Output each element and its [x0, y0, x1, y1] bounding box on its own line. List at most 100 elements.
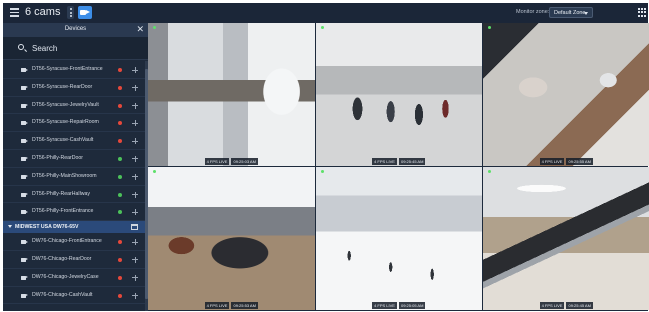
- device-row[interactable]: DW76-Chicago-RearDoor: [3, 251, 145, 269]
- video-camera-icon: [21, 275, 28, 280]
- devices-sidebar: Devices ✕ DT56-Syracuse-FrontEntranceDT5…: [3, 23, 148, 311]
- camera-tile[interactable]: 4 FPS LIVE 09:25:05 AM: [315, 167, 482, 310]
- video-camera-icon: [21, 174, 28, 179]
- sidebar-header: Devices ✕: [3, 23, 148, 37]
- status-dot-icon: [118, 293, 122, 298]
- device-row[interactable]: DT56-Philly-FrontEntrance: [3, 203, 145, 222]
- move-handle-icon[interactable]: [132, 191, 138, 198]
- timestamp: 09:25:03 AM: [231, 158, 258, 165]
- camera-feed-image: [315, 23, 482, 166]
- status-dot-icon: [118, 103, 122, 108]
- device-group-row[interactable]: MIDWEST USA DW76-65V: [3, 221, 145, 234]
- move-handle-icon[interactable]: [132, 138, 138, 145]
- move-handle-icon[interactable]: [132, 274, 138, 281]
- camera-tile[interactable]: 4 FPS LIVE 09:25:45 AM: [315, 23, 482, 166]
- move-handle-icon[interactable]: [132, 120, 138, 127]
- live-indicator-icon: [153, 26, 156, 29]
- status-dot-icon: [118, 121, 122, 126]
- move-handle-icon[interactable]: [132, 84, 138, 91]
- move-handle-icon[interactable]: [132, 209, 138, 216]
- video-camera-icon: [21, 121, 28, 126]
- fps-live-badge: 4 FPS LIVE: [539, 158, 565, 165]
- device-row[interactable]: DW76-Chicago-FrontEntrance: [3, 233, 145, 251]
- vms-app: 6 cams Monitor zone: Default Zone Device…: [3, 3, 649, 311]
- camera-feed-image: [148, 23, 315, 166]
- camera-feed-image: [148, 167, 315, 310]
- device-row[interactable]: DT56-Syracuse-FrontEntrance: [3, 61, 145, 79]
- camera-tile[interactable]: 4 FPS LIVE 09:25:55 AM: [483, 23, 649, 166]
- device-name: DW76-Chicago-JewelryCase: [32, 273, 99, 280]
- move-handle-icon[interactable]: [132, 173, 138, 180]
- device-row[interactable]: DT56-Philly-MainShowroom: [3, 168, 145, 186]
- camera-tile[interactable]: 4 FPS LIVE 09:25:53 AM: [148, 167, 315, 310]
- device-row[interactable]: DT56-Syracuse-RearDoor: [3, 79, 145, 97]
- fps-live-badge: 4 FPS LIVE: [372, 158, 397, 165]
- live-indicator-icon: [488, 26, 491, 29]
- device-row[interactable]: DT56-Syracuse-RepairRoom: [3, 114, 145, 133]
- video-camera-icon: [21, 139, 28, 144]
- camera-tile[interactable]: 4 FPS LIVE 09:25:03 AM: [148, 23, 315, 166]
- camera-count-title: 6 cams: [25, 6, 61, 18]
- device-name: DT56-Syracuse-RearDoor: [32, 83, 93, 90]
- hamburger-menu-icon[interactable]: [10, 8, 19, 17]
- device-name: DW76-Chicago-RearDoor: [32, 255, 92, 262]
- timestamp: 09:25:45 AM: [566, 302, 593, 309]
- video-camera-icon[interactable]: [78, 6, 92, 19]
- fps-live-badge: 4 FPS LIVE: [372, 302, 397, 309]
- search-icon: [18, 44, 24, 50]
- move-handle-icon[interactable]: [132, 67, 138, 73]
- status-dot-icon: [118, 68, 122, 72]
- tile-info-bar: 4 FPS LIVE 09:25:45 AM: [483, 302, 649, 309]
- video-camera-icon: [21, 85, 28, 90]
- monitor-zone-select[interactable]: Default Zone: [549, 7, 593, 18]
- device-row[interactable]: DT56-Philly-RearDoor: [3, 150, 145, 168]
- device-row[interactable]: DT56-Syracuse-JewelryVault: [3, 97, 145, 115]
- camera-feed-image: [483, 167, 649, 310]
- status-dot-icon: [118, 257, 122, 262]
- tile-info-bar: 4 FPS LIVE 09:25:55 AM: [483, 158, 649, 165]
- video-camera-icon: [21, 68, 28, 72]
- chevron-down-icon[interactable]: [8, 225, 12, 229]
- fps-live-badge: 4 FPS LIVE: [204, 302, 230, 309]
- video-camera-icon: [21, 293, 28, 298]
- device-name: DT56-Syracuse-JewelryVault: [32, 101, 99, 108]
- device-name: DW76-Chicago-CashVault: [32, 291, 93, 298]
- more-options-icon[interactable]: [67, 6, 74, 19]
- camera-tile[interactable]: 4 FPS LIVE 09:25:45 AM: [483, 167, 649, 310]
- device-row[interactable]: DT56-Philly-RearHallway: [3, 186, 145, 204]
- group-name: MIDWEST USA DW76-65V: [15, 224, 79, 231]
- device-row[interactable]: DW76-Chicago-JewelryCase: [3, 269, 145, 287]
- device-row[interactable]: DT56-Syracuse-CashVault: [3, 132, 145, 150]
- grid-layout-icon[interactable]: [638, 8, 647, 17]
- status-dot-icon: [118, 192, 122, 197]
- group-icon[interactable]: [131, 224, 138, 231]
- move-handle-icon[interactable]: [132, 102, 138, 109]
- timestamp: 09:25:45 AM: [398, 158, 426, 165]
- timestamp: 09:25:53 AM: [231, 302, 258, 309]
- device-name: DT56-Philly-RearDoor: [32, 154, 84, 161]
- video-camera-icon: [21, 210, 28, 215]
- status-dot-icon: [118, 240, 122, 245]
- device-name: DT56-Syracuse-CashVault: [32, 137, 94, 144]
- device-name: DT56-Syracuse-FrontEntrance: [32, 66, 103, 72]
- monitor-zone-label: Monitor zone:: [516, 9, 550, 15]
- status-dot-icon: [118, 85, 122, 90]
- device-row[interactable]: DW76-Chicago-CashVault: [3, 287, 145, 305]
- device-name: DT56-Philly-RearHallway: [32, 190, 90, 197]
- video-camera-icon: [21, 103, 28, 108]
- device-name: DW76-Chicago-FrontEntrance: [32, 238, 102, 245]
- close-icon[interactable]: ✕: [136, 24, 144, 35]
- device-list: DT56-Syracuse-FrontEntrance DT56-Syracuse…: [3, 61, 145, 305]
- move-handle-icon[interactable]: [132, 256, 138, 263]
- search-input[interactable]: [32, 42, 132, 54]
- top-bar: 6 cams Monitor zone: Default Zone: [3, 3, 648, 23]
- move-handle-icon[interactable]: [132, 292, 138, 299]
- chevron-down-icon: [584, 12, 588, 15]
- device-name: DT56-Syracuse-RepairRoom: [32, 119, 99, 126]
- status-dot-icon: [118, 156, 122, 161]
- move-handle-icon[interactable]: [132, 155, 138, 162]
- camera-feed-image: [315, 167, 482, 310]
- move-handle-icon[interactable]: [132, 239, 138, 246]
- fps-live-badge: 4 FPS LIVE: [204, 158, 230, 165]
- tile-info-bar: 4 FPS LIVE 09:25:53 AM: [148, 302, 315, 309]
